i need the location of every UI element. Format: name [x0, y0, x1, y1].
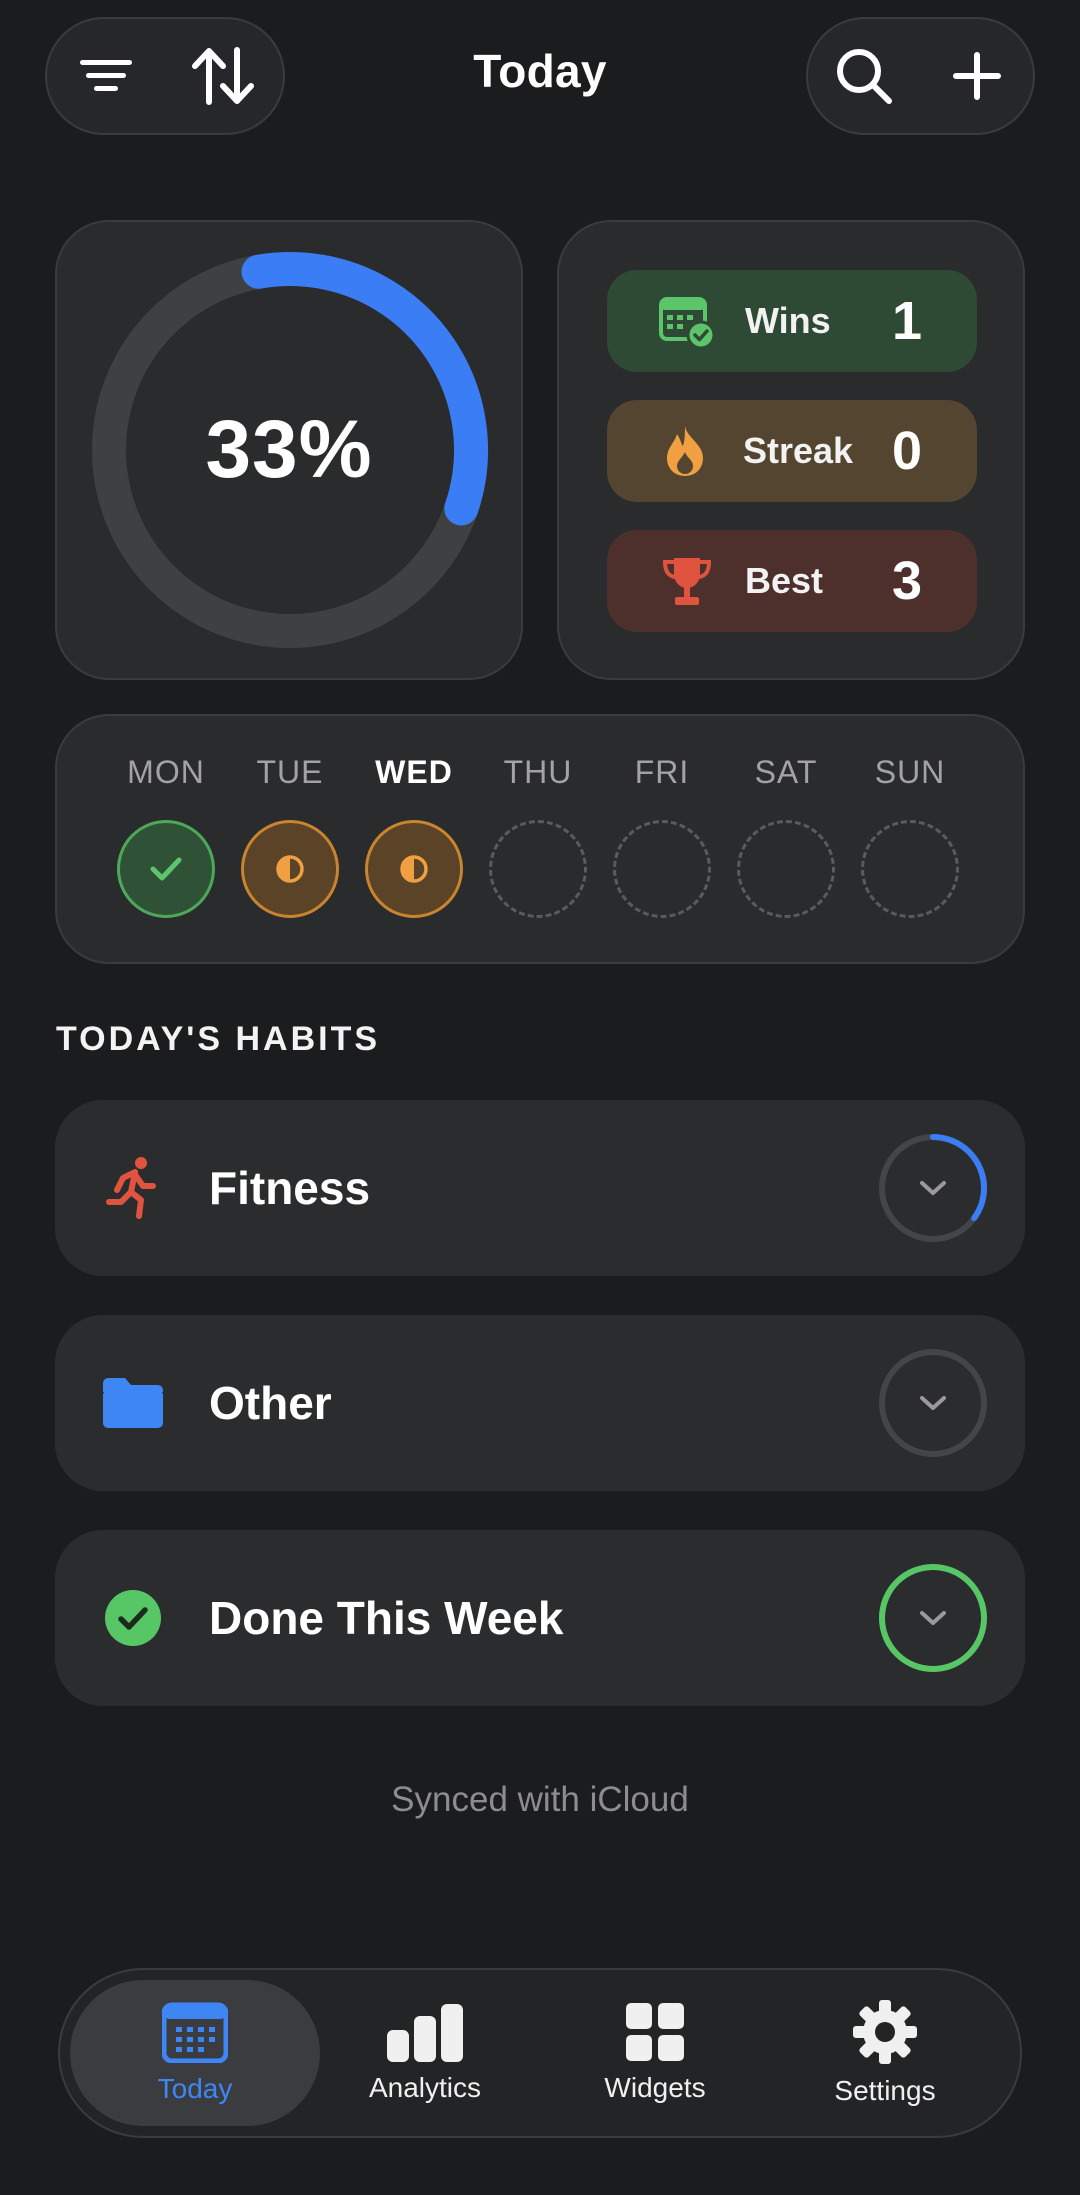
tab-settings[interactable]: Settings: [760, 1980, 1010, 2126]
add-button[interactable]: [932, 31, 1022, 121]
chevron-down-icon: [920, 1396, 946, 1410]
wins-label: Wins: [745, 300, 831, 341]
bar-chart-icon: [387, 2004, 463, 2062]
day-status-empty[interactable]: [613, 820, 711, 918]
habit-progress-ring[interactable]: [877, 1347, 989, 1459]
daily-progress-card: 33%: [55, 220, 523, 680]
day-label: TUE: [256, 754, 324, 790]
tab-label: Today: [157, 2073, 233, 2104]
habit-group-label: Other: [209, 1377, 332, 1429]
section-title: TODAY'S HABITS: [56, 1020, 381, 1058]
tab-bar: Today Analytics Widgets Settings: [58, 1968, 1022, 2138]
habit-progress-ring[interactable]: [877, 1132, 989, 1244]
add-icon: [952, 52, 1001, 100]
best-stat[interactable]: Best 3: [607, 530, 977, 632]
day-status-done[interactable]: [117, 820, 215, 918]
habit-group-label: Done This Week: [209, 1592, 564, 1644]
day-label: WED: [375, 754, 453, 790]
streak-label: Streak: [743, 430, 854, 471]
chevron-down-icon: [920, 1611, 946, 1625]
checkmark-icon: [150, 857, 182, 881]
best-value: 3: [891, 551, 923, 611]
tab-label: Settings: [834, 2075, 936, 2106]
day-label: MON: [127, 754, 205, 790]
habit-progress-ring[interactable]: [877, 1562, 989, 1674]
day-status-empty[interactable]: [737, 820, 835, 918]
day-status-partial[interactable]: [241, 820, 339, 918]
day-label: THU: [503, 754, 573, 790]
calendar-icon: [162, 2002, 228, 2063]
search-icon: [837, 49, 893, 104]
wins-value: 1: [891, 291, 923, 351]
habit-group-other[interactable]: Other: [55, 1315, 1025, 1491]
check-circle-icon: [93, 1578, 173, 1658]
stats-card: Wins 1 Streak 0 Best 3: [557, 220, 1025, 680]
sync-status: Synced with iCloud: [391, 1780, 689, 1819]
search-button[interactable]: [819, 31, 909, 121]
day-status-empty[interactable]: [861, 820, 959, 918]
running-person-icon: [93, 1148, 173, 1228]
gear-icon: [853, 2000, 917, 2064]
streak-stat[interactable]: Streak 0: [607, 400, 977, 502]
tab-label: Widgets: [604, 2072, 706, 2103]
widgets-grid-icon: [626, 2003, 684, 2061]
streak-value: 0: [891, 421, 923, 481]
day-status-empty[interactable]: [489, 820, 587, 918]
header-right-actions: [806, 17, 1035, 135]
day-label: SAT: [754, 754, 818, 790]
trophy-icon: [657, 551, 717, 611]
chevron-down-icon: [920, 1181, 946, 1195]
day-label: SUN: [874, 754, 946, 790]
wins-stat[interactable]: Wins 1: [607, 270, 977, 372]
tab-label: Analytics: [368, 2072, 482, 2103]
flame-icon: [655, 421, 715, 481]
progress-percentage: 33%: [205, 404, 373, 495]
best-label: Best: [745, 560, 824, 601]
tab-analytics[interactable]: Analytics: [300, 1980, 550, 2126]
weekly-overview-card: MON TUE WED THU FRI SAT SUN: [55, 714, 1025, 964]
day-status-partial[interactable]: [365, 820, 463, 918]
calendar-check-icon: [657, 291, 717, 351]
tab-today[interactable]: Today: [70, 1980, 320, 2126]
habit-group-label: Fitness: [209, 1162, 371, 1214]
tab-widgets[interactable]: Widgets: [530, 1980, 780, 2126]
folder-icon: [93, 1363, 173, 1443]
habit-group-fitness[interactable]: Fitness: [55, 1100, 1025, 1276]
half-circle-icon: [276, 855, 304, 883]
day-label: FRI: [634, 754, 690, 790]
half-circle-icon: [400, 855, 428, 883]
habit-group-done-this-week[interactable]: Done This Week: [55, 1530, 1025, 1706]
